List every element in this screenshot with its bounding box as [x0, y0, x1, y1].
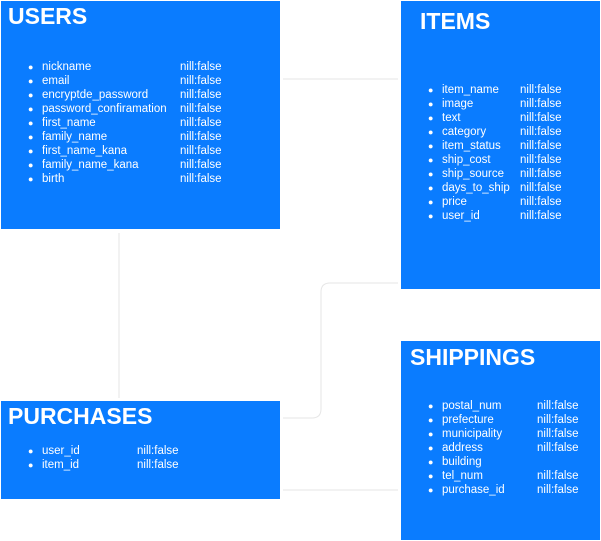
bullet-icon: ● — [28, 90, 34, 100]
field-name: family_name — [42, 131, 108, 143]
field-name: purchase_id — [442, 484, 505, 496]
bullet-icon: ● — [428, 443, 434, 453]
field-name: email — [42, 75, 70, 87]
field-constraint: nill:false — [520, 140, 562, 152]
field-name: tel_num — [442, 470, 483, 482]
entity-title: USERS — [8, 3, 88, 29]
field-constraint: nill:false — [520, 126, 562, 138]
bullet-icon: ● — [28, 174, 34, 184]
entity-shippings: SHIPPINGS ● postal_num nill:false ● prefectu… — [401, 341, 600, 540]
bullet-icon: ● — [28, 160, 34, 170]
field-name: ship_source — [442, 168, 505, 180]
bullet-icon: ● — [28, 104, 34, 114]
field-name: user_id — [42, 445, 80, 457]
field-constraint: nill:false — [537, 484, 579, 496]
bullet-icon: ● — [28, 146, 34, 156]
bullet-icon: ● — [428, 471, 434, 481]
bullet-icon: ● — [28, 446, 34, 456]
bullet-icon: ● — [428, 155, 434, 165]
field-constraint: nill:false — [520, 98, 562, 110]
entity-users: USERS ● nickname nill:false ● email nill:fals… — [1, 1, 280, 229]
bullet-icon: ● — [28, 118, 34, 128]
field-constraint: nill:false — [137, 445, 179, 457]
field-name: building — [442, 456, 482, 468]
field-name: item_name — [442, 84, 499, 96]
field-name: category — [442, 126, 487, 138]
field-constraint: nill:false — [520, 154, 562, 166]
field-name: ship_cost — [442, 154, 491, 166]
field-constraint: nill:false — [180, 173, 222, 185]
field-constraint: nill:false — [537, 470, 579, 482]
field-constraint: nill:false — [537, 400, 579, 412]
field-name: nickname — [42, 61, 92, 73]
field-name: text — [442, 112, 461, 124]
bullet-icon: ● — [428, 169, 434, 179]
field-constraint: nill:false — [180, 145, 222, 157]
field-name: item_status — [442, 140, 501, 152]
field-constraint: nill:false — [537, 442, 579, 454]
field-constraint: nill:false — [137, 459, 179, 471]
field-name: password_confiramation — [42, 103, 167, 115]
field-name: item_id — [42, 459, 80, 471]
field-name: user_id — [442, 210, 480, 222]
field-constraint: nill:false — [180, 131, 222, 143]
bullet-icon: ● — [428, 85, 434, 95]
field-constraint: nill:false — [537, 414, 579, 426]
bullet-icon: ● — [428, 429, 434, 439]
bullet-icon: ● — [428, 197, 434, 207]
field-constraint: nill:false — [180, 117, 222, 129]
field-name: first_name_kana — [42, 145, 128, 157]
bullet-icon: ● — [428, 457, 434, 467]
bullet-icon: ● — [428, 211, 434, 221]
bullet-icon: ● — [428, 127, 434, 137]
field-name: prefecture — [442, 414, 494, 426]
entity-title: PURCHASES — [8, 403, 153, 429]
bullet-icon: ● — [428, 113, 434, 123]
entity-title: ITEMS — [420, 8, 491, 34]
field-constraint: nill:false — [520, 84, 562, 96]
field-name: municipality — [442, 428, 503, 440]
field-constraint: nill:false — [520, 196, 562, 208]
field-constraint: nill:false — [537, 428, 579, 440]
field-constraint: nill:false — [520, 182, 562, 194]
field-constraint: nill:false — [520, 168, 562, 180]
bullet-icon: ● — [428, 183, 434, 193]
bullet-icon: ● — [28, 132, 34, 142]
field-name: image — [442, 98, 474, 110]
connector-purchases-items — [283, 282, 398, 419]
entity-items: ITEMS ● item_name nill:false ● image nill:fal… — [401, 1, 600, 289]
field-name: address — [442, 442, 483, 454]
field-constraint: nill:false — [180, 89, 222, 101]
bullet-icon: ● — [428, 99, 434, 109]
bullet-icon: ● — [28, 460, 34, 470]
entity-title: SHIPPINGS — [410, 344, 536, 370]
field-name: days_to_ship — [442, 182, 510, 194]
field-constraint: nill:false — [180, 75, 222, 87]
field-constraint: nill:false — [180, 159, 222, 171]
bullet-icon: ● — [28, 62, 34, 72]
field-name: postal_num — [442, 400, 502, 412]
field-name: family_name_kana — [42, 159, 139, 171]
field-constraint: nill:false — [180, 103, 222, 115]
field-name: price — [442, 196, 467, 208]
field-name: first_name — [42, 117, 96, 129]
field-constraint: nill:false — [520, 210, 562, 222]
bullet-icon: ● — [428, 415, 434, 425]
bullet-icon: ● — [28, 76, 34, 86]
field-constraint: nill:false — [520, 112, 562, 124]
field-name: birth — [42, 173, 65, 185]
bullet-icon: ● — [428, 141, 434, 151]
entity-purchases: PURCHASES ● user_id nill:false ● item_id nill… — [1, 401, 280, 499]
bullet-icon: ● — [428, 401, 434, 411]
field-name: encryptde_password — [42, 89, 149, 101]
bullet-icon: ● — [428, 485, 434, 495]
field-constraint: nill:false — [180, 61, 222, 73]
